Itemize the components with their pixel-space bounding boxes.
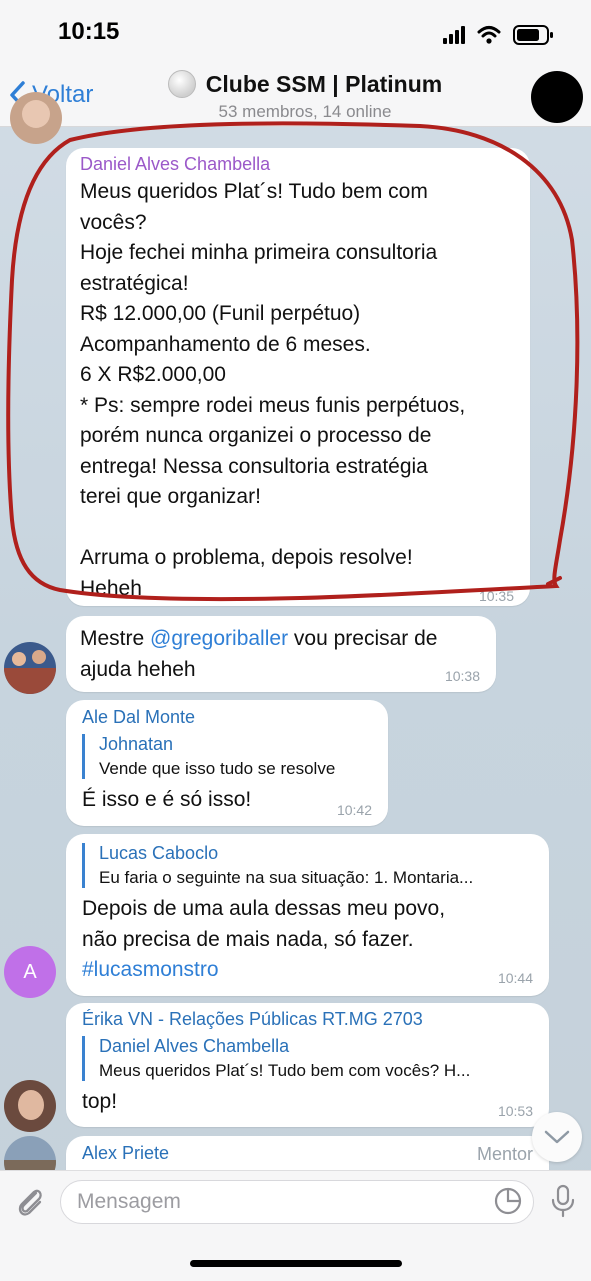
message-sender[interactable]: Ale Dal Monte bbox=[82, 707, 374, 728]
message-time: 10:53 bbox=[497, 1103, 533, 1119]
attach-button[interactable] bbox=[14, 1185, 46, 1224]
message-bubble[interactable]: Érika VN - Relações Públicas RT.MG 2703 … bbox=[66, 1003, 549, 1127]
message-text-prefix: Mestre bbox=[80, 627, 151, 650]
message-bubble[interactable]: Ale Dal Monte Johnatan Vende que isso tu… bbox=[66, 700, 388, 826]
reply-name: Daniel Alves Chambella bbox=[99, 1036, 290, 1056]
reply-name: Lucas Caboclo bbox=[99, 843, 219, 863]
cellular-signal-icon bbox=[443, 26, 465, 44]
header-avatar[interactable] bbox=[531, 71, 583, 123]
reply-text: Vende que isso tudo se resolve bbox=[99, 759, 336, 778]
reply-name: Johnatan bbox=[99, 734, 174, 754]
message-bubble[interactable]: Mestre @gregoriballer vou precisar de aj… bbox=[66, 616, 496, 692]
chat-header: Voltar Clube SSM | Platinum 53 membros, … bbox=[0, 66, 591, 127]
avatar[interactable] bbox=[10, 92, 62, 144]
message-text: Depois de uma aula dessas meu povo, não … bbox=[82, 897, 446, 951]
status-icons bbox=[443, 25, 553, 45]
message-bubble[interactable]: Daniel Alves Chambella Meus queridos Pla… bbox=[66, 148, 530, 606]
mention-link[interactable]: @gregoriballer bbox=[150, 627, 288, 650]
sticker-icon bbox=[494, 1187, 522, 1215]
reply-text: Eu faria o seguinte na sua situação: 1. … bbox=[99, 868, 474, 887]
battery-icon bbox=[513, 25, 553, 45]
message-text: Mestre @gregoriballer vou precisar de aj… bbox=[80, 624, 482, 685]
message-time: 10:42 bbox=[336, 802, 372, 818]
reply-quote[interactable]: Lucas Caboclo Eu faria o seguinte na sua… bbox=[82, 843, 539, 888]
avatar[interactable]: A bbox=[4, 946, 56, 998]
message-time: 10:38 bbox=[444, 668, 480, 684]
message-input[interactable] bbox=[61, 1181, 477, 1223]
message-sender[interactable]: Alex Priete bbox=[82, 1143, 169, 1163]
message-text: top! bbox=[82, 1090, 118, 1113]
message-input-box[interactable] bbox=[60, 1180, 534, 1224]
home-indicator[interactable] bbox=[190, 1260, 402, 1267]
page-title: Clube SSM | Platinum bbox=[160, 70, 450, 98]
hashtag-link[interactable]: #lucasmonstro bbox=[82, 955, 535, 986]
scroll-down-button[interactable] bbox=[532, 1112, 582, 1162]
chat-subtitle: 53 membros, 14 online bbox=[218, 102, 392, 121]
wifi-icon bbox=[477, 26, 501, 44]
message-text: Meus queridos Plat´s! Tudo bem com vocês… bbox=[80, 180, 466, 600]
message-sender[interactable]: Daniel Alves Chambella bbox=[80, 154, 516, 175]
message-bubble[interactable]: Lucas Caboclo Eu faria o seguinte na sua… bbox=[66, 834, 549, 996]
sender-role: Mentor bbox=[476, 1144, 533, 1164]
avatar[interactable] bbox=[4, 1080, 56, 1132]
message-text: É isso e é só isso! bbox=[82, 788, 252, 811]
reply-text: Meus queridos Plat´s! Tudo bem com vocês… bbox=[99, 1061, 471, 1080]
avatar[interactable] bbox=[4, 642, 56, 694]
paperclip-icon bbox=[18, 1189, 42, 1216]
avatar-letter: A bbox=[23, 960, 37, 983]
chat-title-text: Clube SSM | Platinum bbox=[205, 70, 443, 97]
group-avatar-icon bbox=[167, 70, 196, 98]
sticker-button[interactable] bbox=[494, 1187, 522, 1220]
status-time: 10:15 bbox=[58, 18, 120, 45]
status-bar: 10:15 bbox=[0, 0, 591, 66]
message-sender[interactable]: Érika VN - Relações Públicas RT.MG 2703 bbox=[82, 1009, 535, 1030]
microphone-icon bbox=[551, 1184, 575, 1218]
chevron-down-icon bbox=[544, 1130, 570, 1144]
microphone-button[interactable] bbox=[551, 1184, 575, 1223]
message-time: 10:44 bbox=[497, 970, 533, 986]
chat-title-area[interactable]: Clube SSM | Platinum 53 membros, 14 onli… bbox=[160, 70, 450, 122]
message-time: 10:35 bbox=[478, 588, 514, 604]
reply-quote[interactable]: Johnatan Vende que isso tudo se resolve bbox=[82, 734, 381, 779]
reply-quote[interactable]: Daniel Alves Chambella Meus queridos Pla… bbox=[82, 1036, 539, 1081]
